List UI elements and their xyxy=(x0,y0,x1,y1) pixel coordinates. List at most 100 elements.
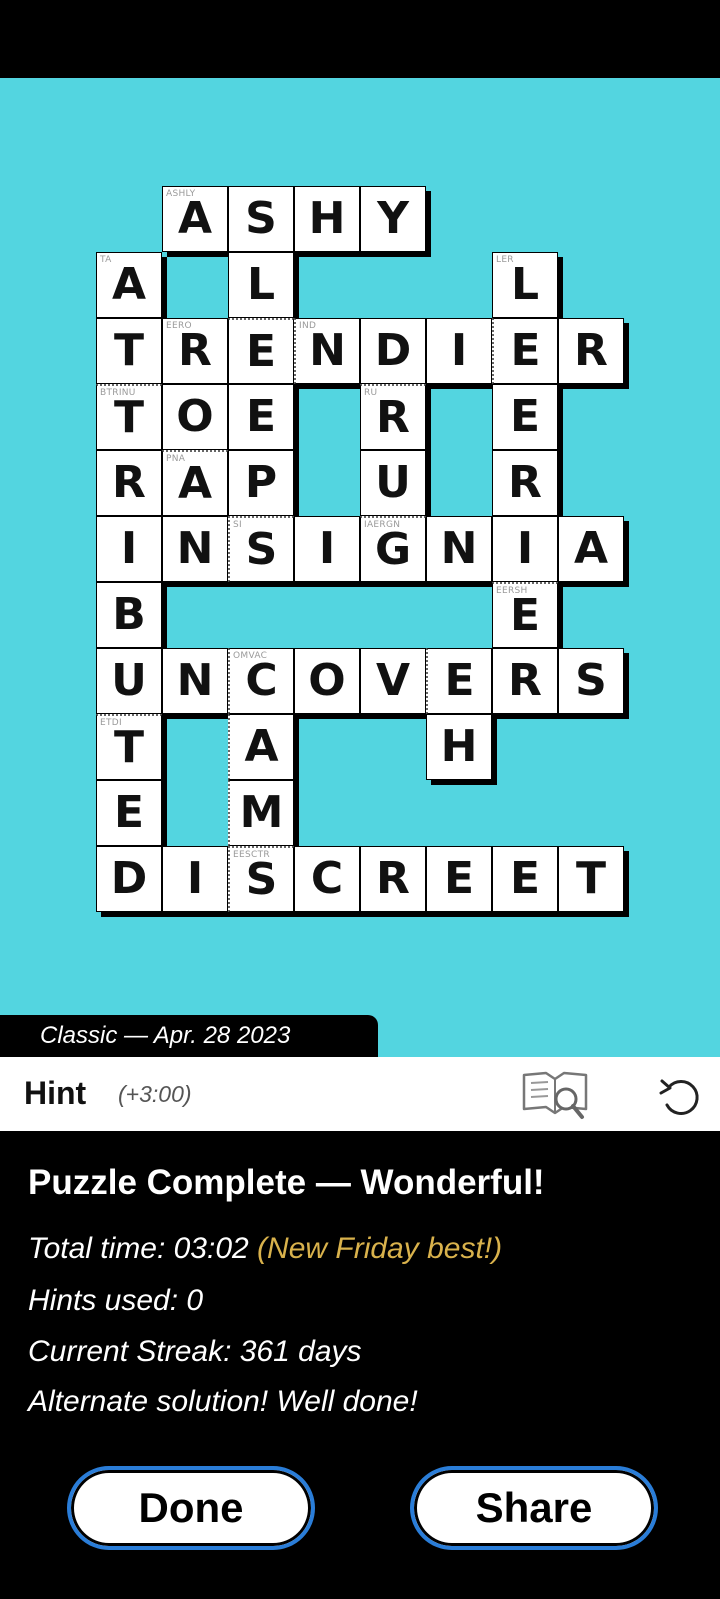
cell-letter: U xyxy=(111,655,147,706)
grid-cell[interactable]: N xyxy=(162,516,228,582)
grid-cell[interactable]: E xyxy=(426,648,492,714)
grid-cell[interactable]: A ASHLY xyxy=(162,186,228,252)
grid-cell[interactable]: R EERO xyxy=(162,318,228,384)
cell-letter: T xyxy=(113,721,144,773)
cell-letter: E xyxy=(510,325,541,376)
grid-cell[interactable]: S SI xyxy=(228,516,294,582)
grid-cell[interactable]: I xyxy=(426,318,492,384)
grid-cell[interactable]: R xyxy=(492,450,558,516)
hints-used: Hints used: 0 xyxy=(28,1284,204,1317)
grid-cell[interactable]: R xyxy=(492,648,558,714)
cell-letter: U xyxy=(375,457,411,508)
cell-letter: R xyxy=(508,457,542,508)
cell-letter: N xyxy=(309,325,346,376)
grid-cell[interactable]: E xyxy=(492,846,558,912)
done-button[interactable]: Done xyxy=(67,1466,315,1550)
cell-letter: O xyxy=(308,655,346,706)
grid-cell[interactable]: U xyxy=(96,648,162,714)
cell-letter: G xyxy=(374,523,412,575)
cell-letter: H xyxy=(440,721,478,772)
cell-letter: I xyxy=(186,853,204,904)
grid-cell[interactable]: N IND xyxy=(294,318,360,384)
grid-cell[interactable]: D xyxy=(360,318,426,384)
grid-cell[interactable]: Y xyxy=(360,186,426,252)
grid-cell[interactable]: V xyxy=(360,648,426,714)
cell-clue: LER xyxy=(496,255,514,265)
grid-cell[interactable]: E xyxy=(96,780,162,846)
cell-letter: R xyxy=(376,853,410,904)
grid-cell[interactable]: M xyxy=(228,780,294,846)
undo-icon[interactable] xyxy=(656,1071,706,1121)
cell-clue: BTRINU xyxy=(100,388,136,398)
grid-cell[interactable]: R xyxy=(360,846,426,912)
grid-cell[interactable]: O xyxy=(294,648,360,714)
grid-cell[interactable]: E xyxy=(228,384,294,450)
grid-cell[interactable]: E xyxy=(426,846,492,912)
grid-cell[interactable]: B xyxy=(96,582,162,648)
grid-cell[interactable]: D xyxy=(96,846,162,912)
new-best-badge: (New Friday best!) xyxy=(257,1232,503,1265)
grid-cell[interactable]: C xyxy=(294,846,360,912)
share-button[interactable]: Share xyxy=(410,1466,658,1550)
grid-cell[interactable]: E xyxy=(228,318,294,384)
cell-letter: N xyxy=(176,523,214,574)
grid-cell[interactable]: A xyxy=(558,516,624,582)
cell-letter: N xyxy=(176,655,214,706)
grid-cell[interactable]: R xyxy=(558,318,624,384)
grid-cell[interactable]: H xyxy=(294,186,360,252)
grid-cell[interactable]: U xyxy=(360,450,426,516)
cell-clue: IAERGN xyxy=(364,520,401,530)
cell-letter: E xyxy=(509,589,541,641)
grid-cell[interactable]: I xyxy=(492,516,558,582)
cell-letter: V xyxy=(375,655,411,706)
grid-cell[interactable]: S xyxy=(228,186,294,252)
grid-cell[interactable]: E xyxy=(492,318,558,384)
grid-cell[interactable]: T xyxy=(96,318,162,384)
cell-letter: S xyxy=(245,193,277,244)
grid-cell[interactable]: R xyxy=(96,450,162,516)
grid-cell[interactable]: N xyxy=(162,648,228,714)
grid-cell[interactable]: T BTRINU xyxy=(96,384,162,450)
grid-cell[interactable]: I xyxy=(162,846,228,912)
grid-cell[interactable]: H xyxy=(426,714,492,780)
cell-letter: I xyxy=(318,523,336,574)
alternate-solution-message: Alternate solution! Well done! xyxy=(28,1385,418,1418)
cell-letter: E xyxy=(245,391,277,442)
grid-cell[interactable]: S EESCTR xyxy=(228,846,294,912)
hint-button[interactable]: Hint xyxy=(24,1075,86,1112)
cell-letter: L xyxy=(246,259,276,310)
grid-cell[interactable]: A PNA xyxy=(162,450,228,516)
book-magnifier-icon[interactable] xyxy=(520,1067,590,1123)
grid-cell[interactable]: O xyxy=(162,384,228,450)
cell-letter: I xyxy=(120,523,138,574)
cell-letter: L xyxy=(510,259,540,310)
grid-cell[interactable]: I xyxy=(294,516,360,582)
cell-clue: ETDI xyxy=(100,718,122,728)
cell-letter: A xyxy=(111,259,147,310)
grid-cell[interactable]: L LER xyxy=(492,252,558,318)
grid-cell[interactable]: R RU xyxy=(360,384,426,450)
grid-cell[interactable]: T ETDI xyxy=(96,714,162,780)
grid-cell[interactable]: C OMVAC xyxy=(228,648,294,714)
cell-letter: M xyxy=(239,787,284,838)
grid-cell[interactable]: I xyxy=(96,516,162,582)
current-streak: Current Streak: 361 days xyxy=(28,1335,362,1368)
grid-cell[interactable]: L xyxy=(228,252,294,318)
grid-cell[interactable]: S xyxy=(558,648,624,714)
grid-cell[interactable]: E EERSH xyxy=(492,582,558,648)
cell-letter: N xyxy=(440,523,478,574)
grid-cell[interactable]: G IAERGN xyxy=(360,516,426,582)
cell-letter: T xyxy=(113,325,144,376)
cell-letter: E xyxy=(444,655,475,706)
grid-cell[interactable]: E xyxy=(492,384,558,450)
grid-cell[interactable]: A xyxy=(228,714,294,780)
grid-cell[interactable]: T xyxy=(558,846,624,912)
grid-cell[interactable]: A TA xyxy=(96,252,162,318)
grid-cell[interactable]: N xyxy=(426,516,492,582)
cell-letter: R xyxy=(574,325,608,376)
cell-letter: E xyxy=(509,391,541,442)
cell-letter: S xyxy=(575,655,607,706)
cell-clue: IND xyxy=(299,321,317,331)
cell-letter: R xyxy=(508,655,542,706)
grid-cell[interactable]: P xyxy=(228,450,294,516)
